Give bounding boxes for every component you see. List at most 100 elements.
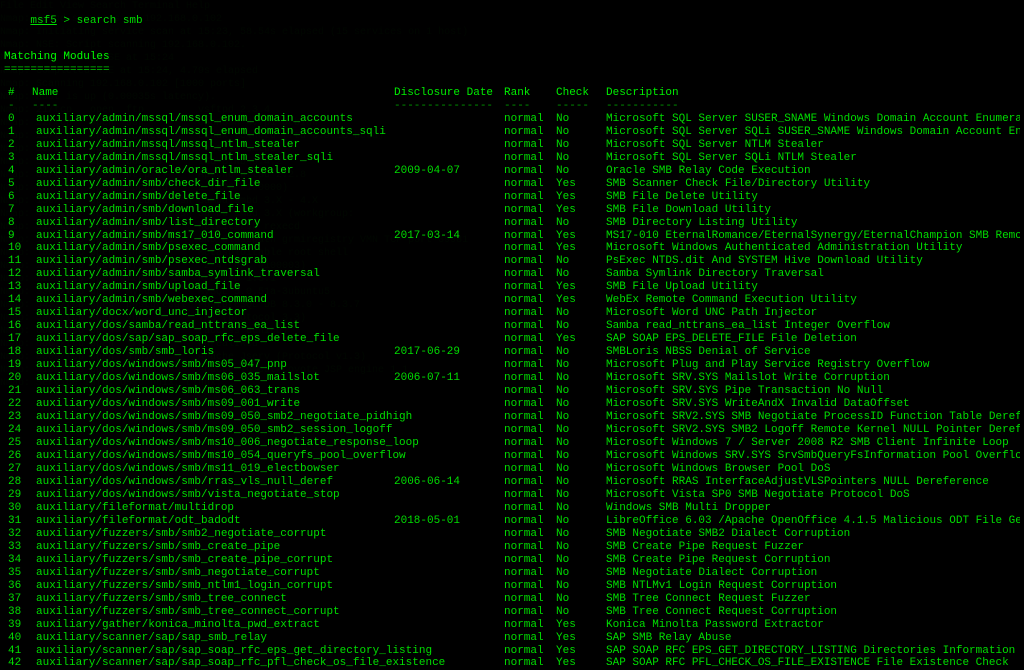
- cell-rank: normal: [504, 139, 556, 152]
- cell-desc: SMB Tree Connect Request Corruption: [606, 606, 1020, 619]
- cell-desc: SMB Scanner Check File/Directory Utility: [606, 178, 1020, 191]
- table-row[interactable]: 36auxiliary/fuzzers/smb/smb_ntlm1_login_…: [4, 580, 1020, 593]
- cell-date: [394, 359, 504, 372]
- table-row[interactable]: 30auxiliary/fileformat/multidropnormalNo…: [4, 502, 1020, 515]
- table-row[interactable]: 26auxiliary/dos/windows/smb/ms10_054_que…: [4, 450, 1020, 463]
- cell-date: [394, 593, 504, 606]
- cell-desc: SMB File Delete Utility: [606, 191, 1020, 204]
- table-row[interactable]: 7auxiliary/admin/smb/download_filenormal…: [4, 204, 1020, 217]
- table-row[interactable]: 41auxiliary/scanner/sap/sap_soap_rfc_eps…: [4, 645, 1020, 658]
- table-row[interactable]: 20auxiliary/dos/windows/smb/ms06_035_mai…: [4, 372, 1020, 385]
- table-row[interactable]: 1auxiliary/admin/mssql/mssql_enum_domain…: [4, 126, 1020, 139]
- table-row[interactable]: 27auxiliary/dos/windows/smb/ms11_019_ele…: [4, 463, 1020, 476]
- table-row[interactable]: 8auxiliary/admin/smb/list_directorynorma…: [4, 217, 1020, 230]
- cell-name: auxiliary/dos/windows/smb/ms09_050_smb2_…: [32, 424, 394, 437]
- cell-idx: 39: [4, 619, 32, 632]
- table-row[interactable]: 12auxiliary/admin/smb/samba_symlink_trav…: [4, 268, 1020, 281]
- cell-check: Yes: [556, 230, 606, 243]
- cell-desc: SMB Create Pipe Request Fuzzer: [606, 541, 1020, 554]
- table-row[interactable]: 35auxiliary/fuzzers/smb/smb_negotiate_co…: [4, 567, 1020, 580]
- cell-idx: 19: [4, 359, 32, 372]
- table-row[interactable]: 33auxiliary/fuzzers/smb/smb_create_pipen…: [4, 541, 1020, 554]
- cell-date: [394, 255, 504, 268]
- cell-date: [394, 657, 504, 670]
- table-row[interactable]: 28auxiliary/dos/windows/smb/rras_vls_nul…: [4, 476, 1020, 489]
- cell-idx: 8: [4, 217, 32, 230]
- table-row[interactable]: 6auxiliary/admin/smb/delete_filenormalYe…: [4, 191, 1020, 204]
- table-row[interactable]: 17auxiliary/dos/sap/sap_soap_rfc_eps_del…: [4, 333, 1020, 346]
- table-row[interactable]: 22auxiliary/dos/windows/smb/ms09_001_wri…: [4, 398, 1020, 411]
- table-row[interactable]: 15auxiliary/docx/word_unc_injectornormal…: [4, 307, 1020, 320]
- table-row[interactable]: 9auxiliary/admin/smb/ms17_010_command201…: [4, 230, 1020, 243]
- section-underline: ================: [4, 64, 1020, 77]
- cell-rank: normal: [504, 359, 556, 372]
- table-row[interactable]: 5auxiliary/admin/smb/check_dir_filenorma…: [4, 178, 1020, 191]
- cell-check: Yes: [556, 619, 606, 632]
- cell-name: auxiliary/dos/samba/read_nttrans_ea_list: [32, 320, 394, 333]
- cell-name: auxiliary/dos/windows/smb/ms10_054_query…: [32, 450, 394, 463]
- table-row[interactable]: 24auxiliary/dos/windows/smb/ms09_050_smb…: [4, 424, 1020, 437]
- cell-name: auxiliary/dos/windows/smb/ms05_047_pnp: [32, 359, 394, 372]
- cell-idx: 2: [4, 139, 32, 152]
- table-row[interactable]: 14auxiliary/admin/smb/webexec_commandnor…: [4, 294, 1020, 307]
- table-row[interactable]: 25auxiliary/dos/windows/smb/ms10_006_neg…: [4, 437, 1020, 450]
- cell-check: No: [556, 217, 606, 230]
- cell-rank: normal: [504, 307, 556, 320]
- table-row[interactable]: 21auxiliary/dos/windows/smb/ms06_063_tra…: [4, 385, 1020, 398]
- cell-rank: normal: [504, 191, 556, 204]
- cell-idx: 21: [4, 385, 32, 398]
- cell-desc: Microsoft SQL Server SQLi SUSER_SNAME Wi…: [606, 126, 1020, 139]
- cell-idx: 34: [4, 554, 32, 567]
- cell-rank: normal: [504, 217, 556, 230]
- table-row[interactable]: 19auxiliary/dos/windows/smb/ms05_047_pnp…: [4, 359, 1020, 372]
- table-row[interactable]: 2auxiliary/admin/mssql/mssql_ntlm_steale…: [4, 139, 1020, 152]
- table-row[interactable]: 23auxiliary/dos/windows/smb/ms09_050_smb…: [4, 411, 1020, 424]
- cell-name: auxiliary/admin/smb/psexec_ntdsgrab: [32, 255, 394, 268]
- cell-rank: normal: [504, 528, 556, 541]
- prompt-line[interactable]: msf5 > search smb: [4, 2, 1020, 41]
- cell-name: auxiliary/fuzzers/smb/smb2_negotiate_cor…: [32, 528, 394, 541]
- header-idx: #: [4, 87, 32, 100]
- cell-date: 2017-03-14: [394, 230, 504, 243]
- cell-date: [394, 489, 504, 502]
- table-row[interactable]: 18auxiliary/dos/smb/smb_loris2017-06-29n…: [4, 346, 1020, 359]
- cell-rank: normal: [504, 204, 556, 217]
- table-row[interactable]: 16auxiliary/dos/samba/read_nttrans_ea_li…: [4, 320, 1020, 333]
- cell-idx: 11: [4, 255, 32, 268]
- cell-rank: normal: [504, 320, 556, 333]
- table-row[interactable]: 11auxiliary/admin/smb/psexec_ntdsgrabnor…: [4, 255, 1020, 268]
- cell-check: No: [556, 113, 606, 126]
- table-row[interactable]: 3auxiliary/admin/mssql/mssql_ntlm_steale…: [4, 152, 1020, 165]
- table-row[interactable]: 10auxiliary/admin/smb/psexec_commandnorm…: [4, 242, 1020, 255]
- cell-check: No: [556, 437, 606, 450]
- cell-name: auxiliary/docx/word_unc_injector: [32, 307, 394, 320]
- table-row[interactable]: 29auxiliary/dos/windows/smb/vista_negoti…: [4, 489, 1020, 502]
- table-row[interactable]: 34auxiliary/fuzzers/smb/smb_create_pipe_…: [4, 554, 1020, 567]
- cell-desc: Microsoft SRV.SYS WriteAndX Invalid Data…: [606, 398, 1020, 411]
- cell-idx: 7: [4, 204, 32, 217]
- table-row[interactable]: 4auxiliary/admin/oracle/ora_ntlm_stealer…: [4, 165, 1020, 178]
- cell-name: auxiliary/dos/windows/smb/vista_negotiat…: [32, 489, 394, 502]
- cell-date: [394, 139, 504, 152]
- table-row[interactable]: 42auxiliary/scanner/sap/sap_soap_rfc_pfl…: [4, 657, 1020, 670]
- table-row[interactable]: 13auxiliary/admin/smb/upload_filenormalY…: [4, 281, 1020, 294]
- table-row[interactable]: 39auxiliary/gather/konica_minolta_pwd_ex…: [4, 619, 1020, 632]
- cell-desc: Windows SMB Multi Dropper: [606, 502, 1020, 515]
- table-row[interactable]: 37auxiliary/fuzzers/smb/smb_tree_connect…: [4, 593, 1020, 606]
- cell-rank: normal: [504, 632, 556, 645]
- table-row[interactable]: 38auxiliary/fuzzers/smb/smb_tree_connect…: [4, 606, 1020, 619]
- cell-rank: normal: [504, 554, 556, 567]
- cell-rank: normal: [504, 385, 556, 398]
- table-row[interactable]: 32auxiliary/fuzzers/smb/smb2_negotiate_c…: [4, 528, 1020, 541]
- cell-check: Yes: [556, 281, 606, 294]
- cell-rank: normal: [504, 372, 556, 385]
- cell-name: auxiliary/admin/mssql/mssql_enum_domain_…: [32, 113, 394, 126]
- cell-desc: SMB Create Pipe Request Corruption: [606, 554, 1020, 567]
- cell-date: [394, 554, 504, 567]
- cell-rank: normal: [504, 165, 556, 178]
- table-row[interactable]: 40auxiliary/scanner/sap/sap_smb_relaynor…: [4, 632, 1020, 645]
- cell-idx: 38: [4, 606, 32, 619]
- cell-desc: Microsoft SRV.SYS Pipe Transaction No Nu…: [606, 385, 1020, 398]
- table-row[interactable]: 0auxiliary/admin/mssql/mssql_enum_domain…: [4, 113, 1020, 126]
- table-row[interactable]: 31auxiliary/fileformat/odt_badodt2018-05…: [4, 515, 1020, 528]
